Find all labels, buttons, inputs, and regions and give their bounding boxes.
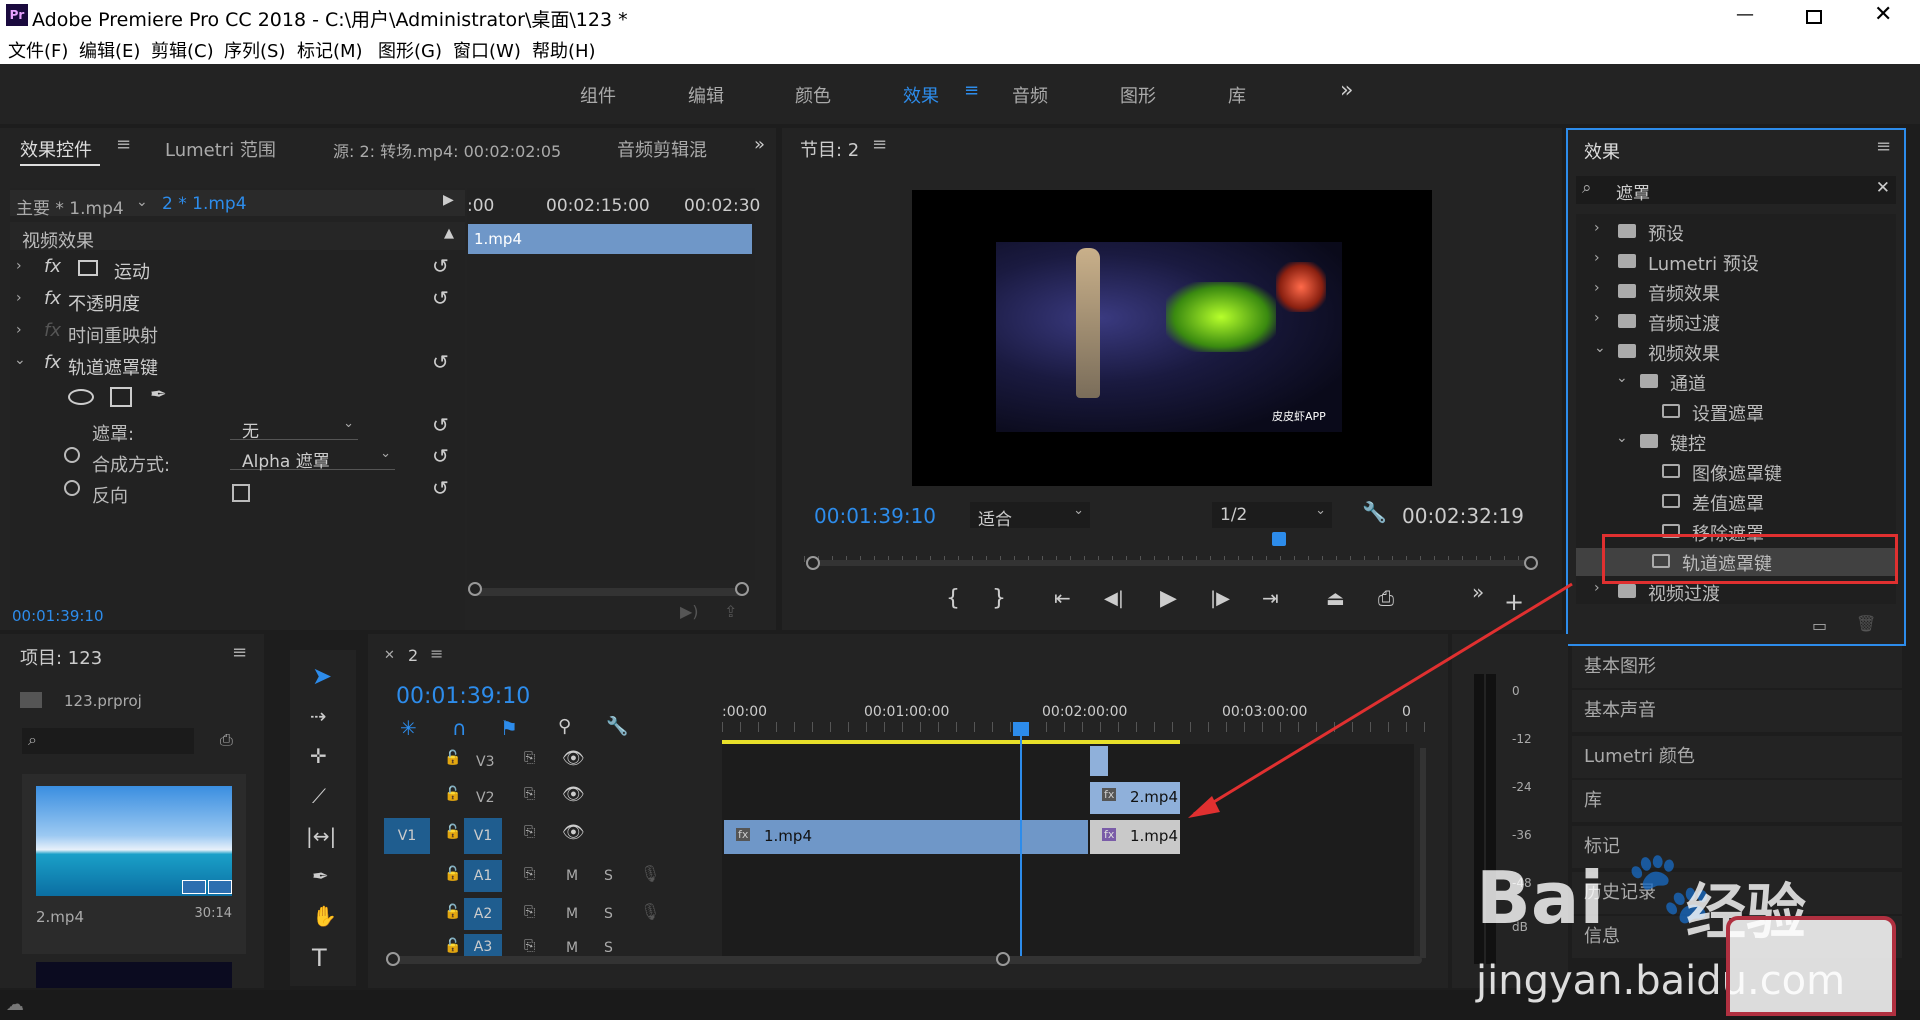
baidu-brand: Bai: [1476, 856, 1605, 940]
arrow-head: [1188, 796, 1220, 818]
mascot-badge: [1726, 916, 1896, 1016]
baidu-watermark: 🐾 Bai 经验 jingyan.baidu.com: [1476, 846, 1916, 1016]
arrow-line: [1193, 582, 1573, 816]
